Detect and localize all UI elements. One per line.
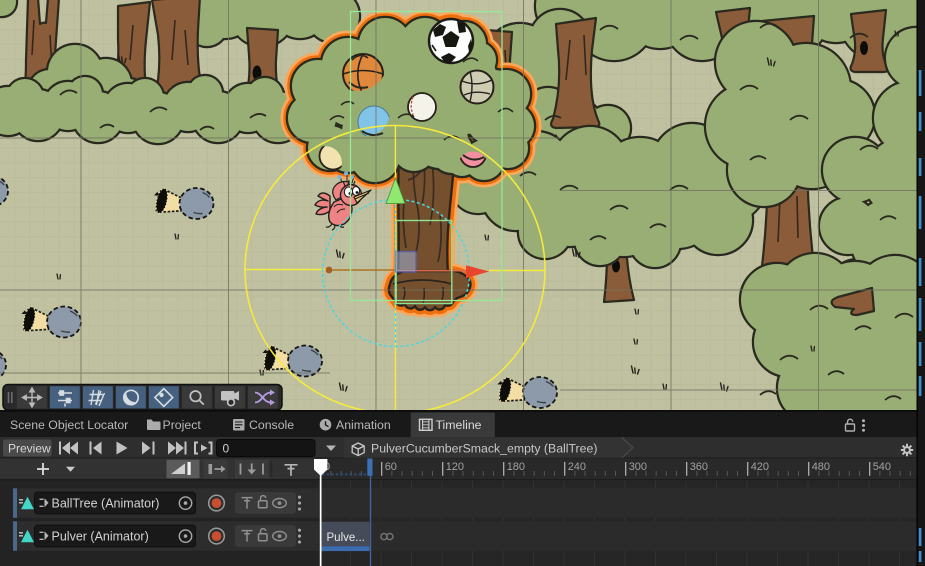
svg-text:240: 240 [568,461,586,473]
svg-text:360: 360 [690,461,708,473]
svg-text:120: 120 [446,461,464,473]
svg-text:Project: Project [163,418,202,432]
svg-text:480: 480 [812,461,830,473]
svg-text:60: 60 [385,461,397,473]
svg-text:420: 420 [751,461,769,473]
svg-text:Pulve...: Pulve... [327,532,365,544]
svg-text:300: 300 [629,461,647,473]
svg-text:Timeline: Timeline [436,418,482,432]
svg-text:PulverCucumberSmack_empty (Bal: PulverCucumberSmack_empty (BallTree) [371,442,597,456]
svg-text:Scene Object Locator: Scene Object Locator [10,418,128,432]
svg-text:Console: Console [249,418,294,432]
svg-text:BallTree (Animator): BallTree (Animator) [52,497,160,511]
svg-text:180: 180 [507,461,525,473]
svg-text:Animation: Animation [336,418,391,432]
svg-text:540: 540 [873,461,891,473]
svg-text:0: 0 [223,441,230,455]
svg-text:Pulver (Animator): Pulver (Animator) [52,530,149,544]
svg-text:Preview: Preview [8,441,51,455]
